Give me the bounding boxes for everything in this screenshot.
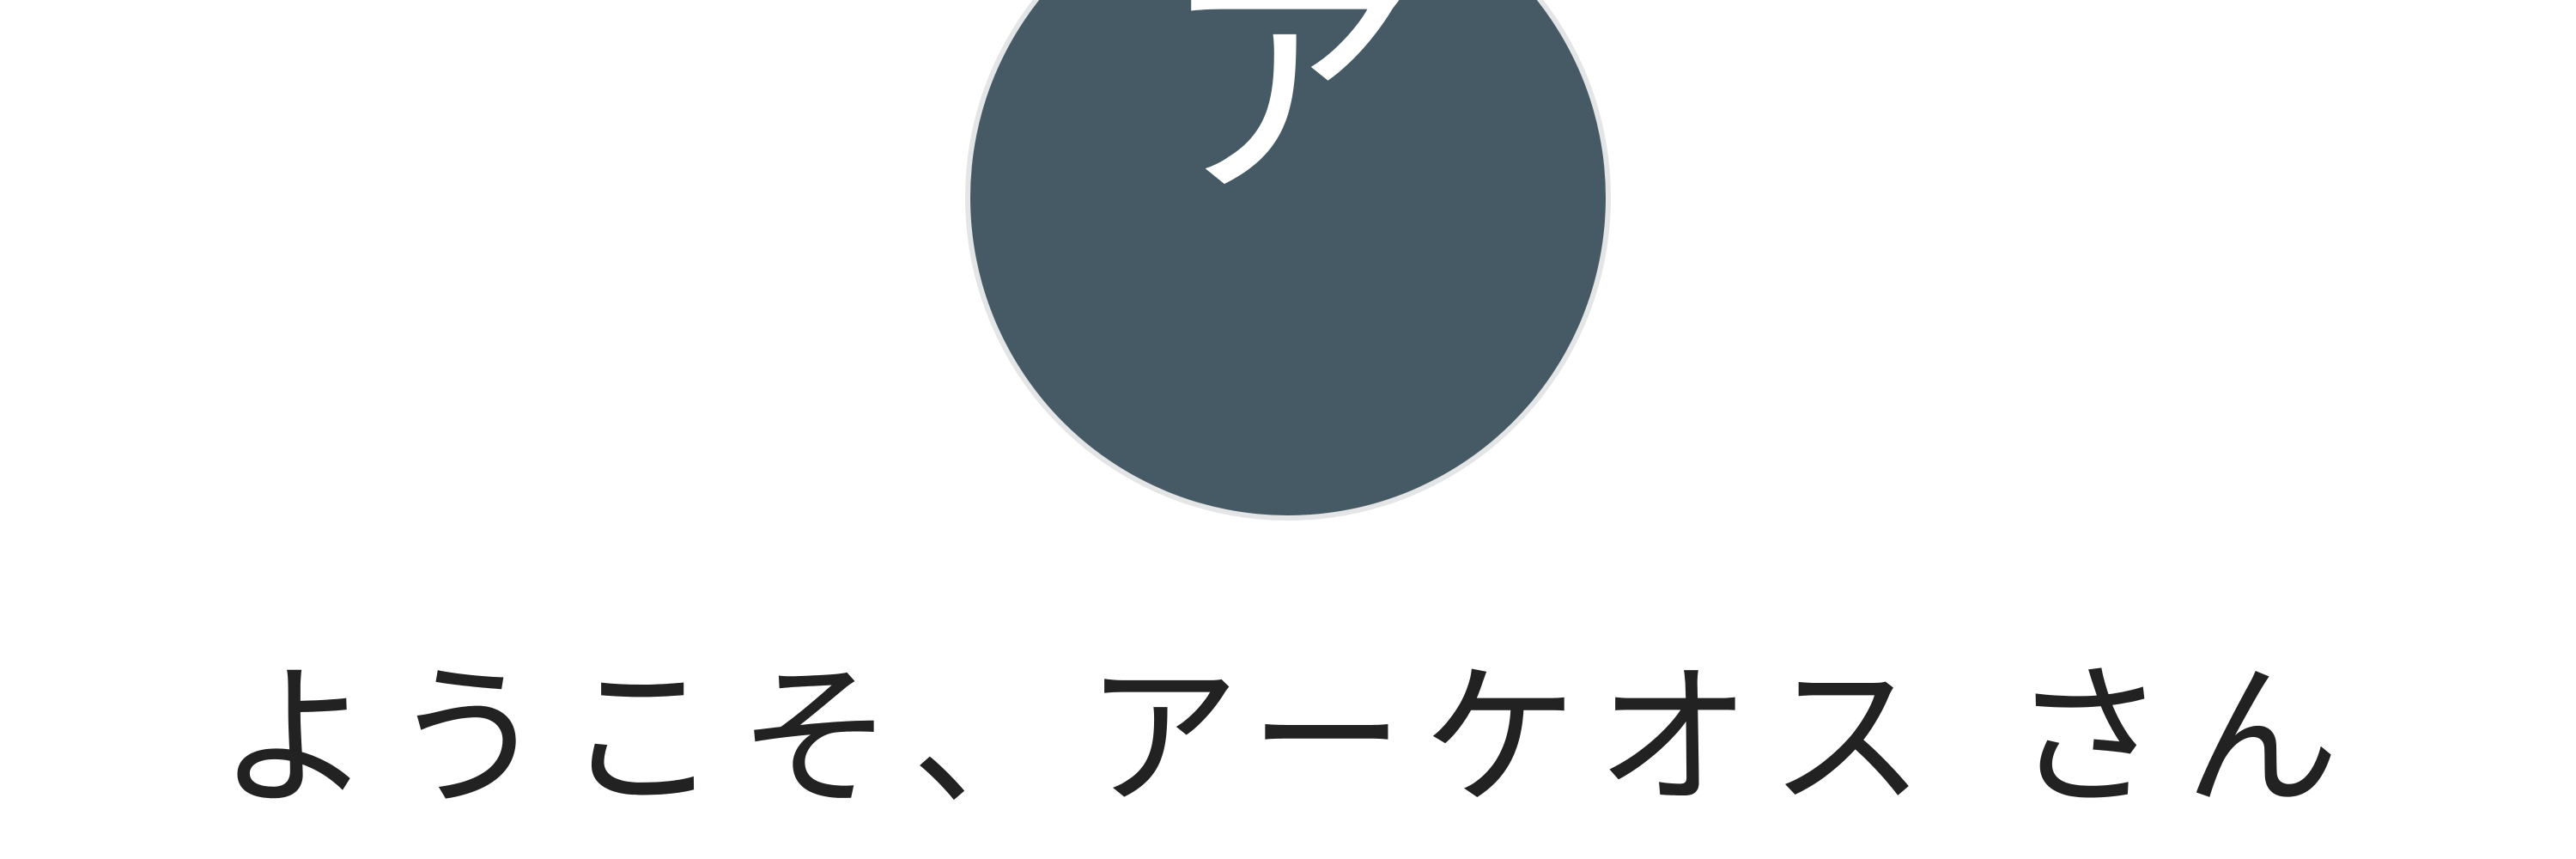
avatar: ア — [970, 0, 1606, 515]
avatar-initial: ア — [1159, 0, 1417, 235]
welcome-screen: ア ようこそ、アーケオス さん — [0, 0, 2576, 859]
welcome-message: ようこそ、アーケオス さん — [217, 649, 2359, 828]
